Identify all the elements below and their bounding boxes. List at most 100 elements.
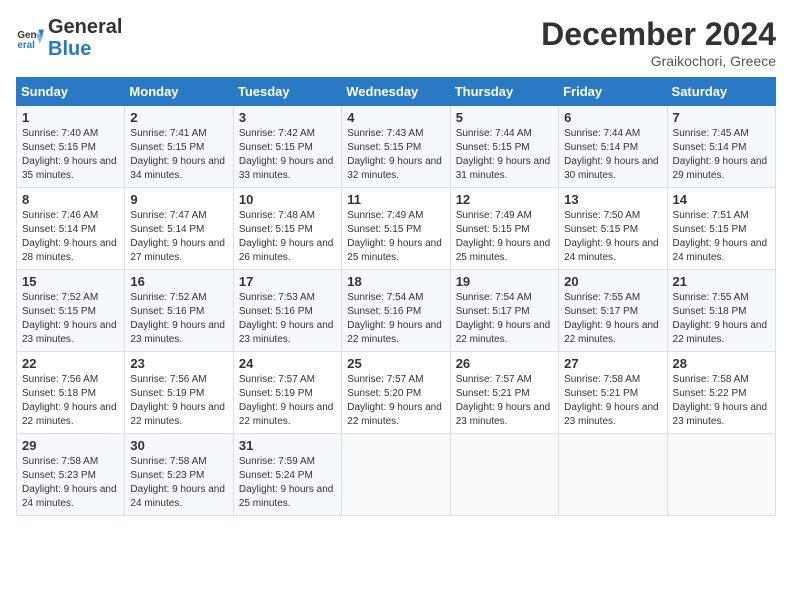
week-row-2: 8 Sunrise: 7:46 AM Sunset: 5:14 PM Dayli… bbox=[17, 188, 776, 270]
day-info: Sunrise: 7:59 AM Sunset: 5:24 PM Dayligh… bbox=[239, 455, 336, 511]
day-cell: 20 Sunrise: 7:55 AM Sunset: 5:17 PM Dayl… bbox=[559, 270, 667, 352]
location: Graikochori, Greece bbox=[541, 53, 776, 69]
day-cell: 1 Sunrise: 7:40 AM Sunset: 5:15 PM Dayli… bbox=[17, 106, 125, 188]
day-cell: 21 Sunrise: 7:55 AM Sunset: 5:18 PM Dayl… bbox=[667, 270, 775, 352]
day-info: Sunrise: 7:42 AM Sunset: 5:15 PM Dayligh… bbox=[239, 127, 336, 183]
day-info: Sunrise: 7:44 AM Sunset: 5:15 PM Dayligh… bbox=[456, 127, 553, 183]
day-info: Sunrise: 7:58 AM Sunset: 5:23 PM Dayligh… bbox=[22, 455, 119, 511]
day-info: Sunrise: 7:58 AM Sunset: 5:22 PM Dayligh… bbox=[673, 373, 770, 429]
week-row-4: 22 Sunrise: 7:56 AM Sunset: 5:18 PM Dayl… bbox=[17, 352, 776, 434]
day-number: 13 bbox=[564, 192, 661, 207]
day-info: Sunrise: 7:55 AM Sunset: 5:17 PM Dayligh… bbox=[564, 291, 661, 347]
day-info: Sunrise: 7:48 AM Sunset: 5:15 PM Dayligh… bbox=[239, 209, 336, 265]
day-cell bbox=[667, 434, 775, 516]
day-info: Sunrise: 7:50 AM Sunset: 5:15 PM Dayligh… bbox=[564, 209, 661, 265]
day-info: Sunrise: 7:54 AM Sunset: 5:17 PM Dayligh… bbox=[456, 291, 553, 347]
day-number: 25 bbox=[347, 356, 444, 371]
day-info: Sunrise: 7:58 AM Sunset: 5:23 PM Dayligh… bbox=[130, 455, 227, 511]
logo-text: General Blue bbox=[48, 16, 122, 60]
day-number: 6 bbox=[564, 110, 661, 125]
week-row-3: 15 Sunrise: 7:52 AM Sunset: 5:15 PM Dayl… bbox=[17, 270, 776, 352]
day-number: 2 bbox=[130, 110, 227, 125]
day-cell: 28 Sunrise: 7:58 AM Sunset: 5:22 PM Dayl… bbox=[667, 352, 775, 434]
day-cell bbox=[559, 434, 667, 516]
day-info: Sunrise: 7:55 AM Sunset: 5:18 PM Dayligh… bbox=[673, 291, 770, 347]
day-info: Sunrise: 7:49 AM Sunset: 5:15 PM Dayligh… bbox=[456, 209, 553, 265]
day-cell: 6 Sunrise: 7:44 AM Sunset: 5:14 PM Dayli… bbox=[559, 106, 667, 188]
col-header-thursday: Thursday bbox=[450, 78, 558, 106]
day-number: 10 bbox=[239, 192, 336, 207]
day-cell bbox=[342, 434, 450, 516]
day-cell: 27 Sunrise: 7:58 AM Sunset: 5:21 PM Dayl… bbox=[559, 352, 667, 434]
day-cell: 30 Sunrise: 7:58 AM Sunset: 5:23 PM Dayl… bbox=[125, 434, 233, 516]
day-cell bbox=[450, 434, 558, 516]
day-number: 3 bbox=[239, 110, 336, 125]
day-info: Sunrise: 7:47 AM Sunset: 5:14 PM Dayligh… bbox=[130, 209, 227, 265]
day-number: 26 bbox=[456, 356, 553, 371]
day-info: Sunrise: 7:52 AM Sunset: 5:16 PM Dayligh… bbox=[130, 291, 227, 347]
day-number: 12 bbox=[456, 192, 553, 207]
day-number: 28 bbox=[673, 356, 770, 371]
day-cell: 18 Sunrise: 7:54 AM Sunset: 5:16 PM Dayl… bbox=[342, 270, 450, 352]
day-number: 16 bbox=[130, 274, 227, 289]
day-cell: 5 Sunrise: 7:44 AM Sunset: 5:15 PM Dayli… bbox=[450, 106, 558, 188]
day-cell: 12 Sunrise: 7:49 AM Sunset: 5:15 PM Dayl… bbox=[450, 188, 558, 270]
day-number: 14 bbox=[673, 192, 770, 207]
day-number: 22 bbox=[22, 356, 119, 371]
day-info: Sunrise: 7:56 AM Sunset: 5:18 PM Dayligh… bbox=[22, 373, 119, 429]
day-info: Sunrise: 7:57 AM Sunset: 5:19 PM Dayligh… bbox=[239, 373, 336, 429]
day-cell: 26 Sunrise: 7:57 AM Sunset: 5:21 PM Dayl… bbox=[450, 352, 558, 434]
day-cell: 22 Sunrise: 7:56 AM Sunset: 5:18 PM Dayl… bbox=[17, 352, 125, 434]
day-cell: 13 Sunrise: 7:50 AM Sunset: 5:15 PM Dayl… bbox=[559, 188, 667, 270]
day-cell: 14 Sunrise: 7:51 AM Sunset: 5:15 PM Dayl… bbox=[667, 188, 775, 270]
day-cell: 15 Sunrise: 7:52 AM Sunset: 5:15 PM Dayl… bbox=[17, 270, 125, 352]
header: Gen eral General Blue December 2024 Grai… bbox=[16, 16, 776, 69]
header-row: SundayMondayTuesdayWednesdayThursdayFrid… bbox=[17, 78, 776, 106]
day-number: 17 bbox=[239, 274, 336, 289]
day-number: 20 bbox=[564, 274, 661, 289]
day-info: Sunrise: 7:56 AM Sunset: 5:19 PM Dayligh… bbox=[130, 373, 227, 429]
day-number: 1 bbox=[22, 110, 119, 125]
day-info: Sunrise: 7:49 AM Sunset: 5:15 PM Dayligh… bbox=[347, 209, 444, 265]
day-info: Sunrise: 7:43 AM Sunset: 5:15 PM Dayligh… bbox=[347, 127, 444, 183]
day-info: Sunrise: 7:53 AM Sunset: 5:16 PM Dayligh… bbox=[239, 291, 336, 347]
day-number: 15 bbox=[22, 274, 119, 289]
day-cell: 16 Sunrise: 7:52 AM Sunset: 5:16 PM Dayl… bbox=[125, 270, 233, 352]
col-header-wednesday: Wednesday bbox=[342, 78, 450, 106]
logo-icon: Gen eral bbox=[16, 24, 44, 52]
day-info: Sunrise: 7:58 AM Sunset: 5:21 PM Dayligh… bbox=[564, 373, 661, 429]
week-row-1: 1 Sunrise: 7:40 AM Sunset: 5:15 PM Dayli… bbox=[17, 106, 776, 188]
day-number: 29 bbox=[22, 438, 119, 453]
day-cell: 4 Sunrise: 7:43 AM Sunset: 5:15 PM Dayli… bbox=[342, 106, 450, 188]
day-number: 8 bbox=[22, 192, 119, 207]
day-number: 5 bbox=[456, 110, 553, 125]
day-cell: 23 Sunrise: 7:56 AM Sunset: 5:19 PM Dayl… bbox=[125, 352, 233, 434]
day-cell: 10 Sunrise: 7:48 AM Sunset: 5:15 PM Dayl… bbox=[233, 188, 341, 270]
col-header-sunday: Sunday bbox=[17, 78, 125, 106]
month-title: December 2024 bbox=[541, 16, 776, 53]
day-info: Sunrise: 7:57 AM Sunset: 5:20 PM Dayligh… bbox=[347, 373, 444, 429]
week-row-5: 29 Sunrise: 7:58 AM Sunset: 5:23 PM Dayl… bbox=[17, 434, 776, 516]
day-number: 18 bbox=[347, 274, 444, 289]
day-number: 31 bbox=[239, 438, 336, 453]
day-number: 23 bbox=[130, 356, 227, 371]
day-info: Sunrise: 7:57 AM Sunset: 5:21 PM Dayligh… bbox=[456, 373, 553, 429]
day-cell: 29 Sunrise: 7:58 AM Sunset: 5:23 PM Dayl… bbox=[17, 434, 125, 516]
day-info: Sunrise: 7:40 AM Sunset: 5:15 PM Dayligh… bbox=[22, 127, 119, 183]
col-header-monday: Monday bbox=[125, 78, 233, 106]
day-cell: 17 Sunrise: 7:53 AM Sunset: 5:16 PM Dayl… bbox=[233, 270, 341, 352]
day-cell: 2 Sunrise: 7:41 AM Sunset: 5:15 PM Dayli… bbox=[125, 106, 233, 188]
day-info: Sunrise: 7:44 AM Sunset: 5:14 PM Dayligh… bbox=[564, 127, 661, 183]
day-number: 11 bbox=[347, 192, 444, 207]
day-info: Sunrise: 7:52 AM Sunset: 5:15 PM Dayligh… bbox=[22, 291, 119, 347]
day-cell: 11 Sunrise: 7:49 AM Sunset: 5:15 PM Dayl… bbox=[342, 188, 450, 270]
day-number: 27 bbox=[564, 356, 661, 371]
day-number: 30 bbox=[130, 438, 227, 453]
day-info: Sunrise: 7:51 AM Sunset: 5:15 PM Dayligh… bbox=[673, 209, 770, 265]
day-cell: 25 Sunrise: 7:57 AM Sunset: 5:20 PM Dayl… bbox=[342, 352, 450, 434]
svg-text:eral: eral bbox=[17, 40, 35, 51]
day-info: Sunrise: 7:46 AM Sunset: 5:14 PM Dayligh… bbox=[22, 209, 119, 265]
day-number: 19 bbox=[456, 274, 553, 289]
col-header-tuesday: Tuesday bbox=[233, 78, 341, 106]
day-info: Sunrise: 7:45 AM Sunset: 5:14 PM Dayligh… bbox=[673, 127, 770, 183]
